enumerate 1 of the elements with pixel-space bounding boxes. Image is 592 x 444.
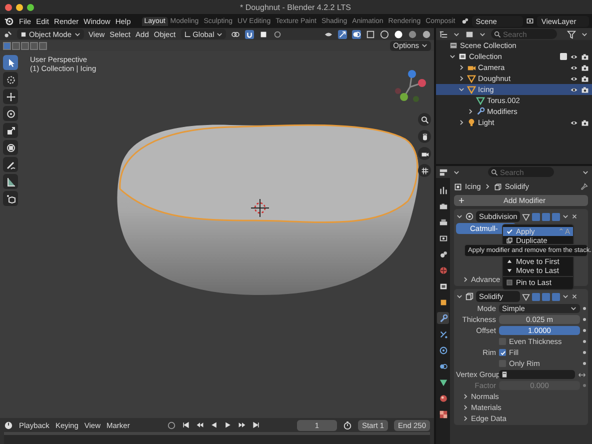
window-title: * Doughnut - Blender 4.2.2 LTS	[238, 2, 352, 12]
